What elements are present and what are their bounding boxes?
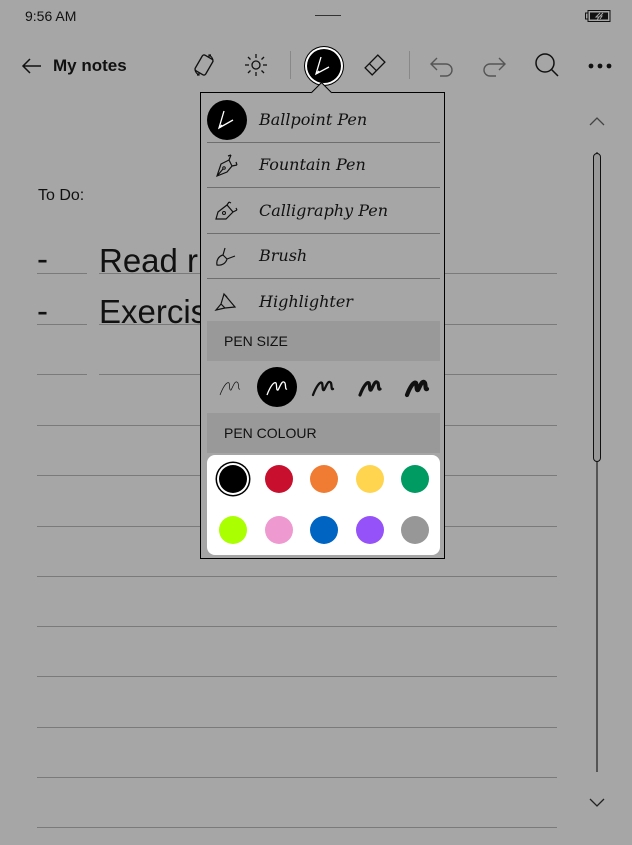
pen-size-4[interactable] bbox=[350, 367, 390, 407]
rotate-icon[interactable] bbox=[189, 50, 219, 80]
highlighter-icon bbox=[207, 282, 247, 322]
pen-option-label: Ballpoint Pen bbox=[259, 110, 368, 129]
colour-swatch[interactable] bbox=[219, 516, 247, 544]
page-title: My notes bbox=[53, 56, 127, 75]
note-heading: To Do: bbox=[38, 187, 85, 204]
toolbar-divider bbox=[409, 51, 410, 79]
pen-colour-header: PEN COLOUR bbox=[207, 413, 440, 453]
ruled-line bbox=[37, 676, 557, 677]
ruled-line bbox=[37, 626, 557, 627]
undo-icon[interactable] bbox=[427, 51, 457, 81]
colour-swatch[interactable] bbox=[219, 465, 247, 493]
pen-option-brush[interactable]: Brush bbox=[207, 233, 440, 279]
redo-icon[interactable] bbox=[479, 51, 509, 81]
pen-size-2[interactable] bbox=[256, 367, 297, 407]
pen-option-label: Highlighter bbox=[259, 292, 353, 311]
pen-size-title: PEN SIZE bbox=[224, 333, 288, 349]
scrollbar-thumb[interactable] bbox=[593, 153, 601, 462]
note-item-text[interactable]: Read r bbox=[99, 242, 198, 280]
colour-swatch[interactable] bbox=[401, 465, 429, 493]
status-time: 9:56 AM bbox=[25, 8, 77, 24]
pen-option-label: Calligraphy Pen bbox=[259, 201, 389, 220]
more-icon[interactable] bbox=[585, 50, 615, 80]
ruled-line bbox=[37, 777, 557, 778]
pen-size-1[interactable] bbox=[210, 367, 250, 407]
ruled-line bbox=[37, 827, 557, 828]
note-item-text[interactable]: Exercis bbox=[99, 293, 207, 331]
colour-swatch[interactable] bbox=[310, 516, 338, 544]
pen-menu: Ballpoint Pen Fountain Pen Calligraphy P… bbox=[200, 92, 445, 559]
ballpoint-pen-icon bbox=[207, 99, 247, 140]
pen-option-calligraphy[interactable]: Calligraphy Pen bbox=[207, 188, 440, 234]
pen-size-header: PEN SIZE bbox=[207, 321, 440, 361]
eraser-icon[interactable] bbox=[360, 50, 390, 80]
pen-size-5[interactable] bbox=[397, 367, 437, 407]
colour-palette bbox=[207, 455, 440, 555]
colour-swatch[interactable] bbox=[264, 516, 293, 544]
colour-swatch[interactable] bbox=[310, 465, 338, 493]
status-handle bbox=[315, 15, 341, 16]
search-icon[interactable] bbox=[532, 50, 562, 80]
scroll-down-icon[interactable] bbox=[588, 795, 606, 809]
pen-option-fountain[interactable]: Fountain Pen bbox=[207, 142, 440, 188]
brightness-icon[interactable] bbox=[241, 50, 271, 80]
colour-swatch[interactable] bbox=[355, 516, 384, 544]
pen-size-3[interactable] bbox=[303, 367, 343, 407]
ruled-line bbox=[37, 727, 557, 728]
brush-icon bbox=[207, 236, 247, 276]
calligraphy-pen-icon bbox=[207, 191, 247, 231]
pen-option-highlighter[interactable]: Highlighter bbox=[207, 279, 440, 324]
pen-option-ballpoint[interactable]: Ballpoint Pen bbox=[207, 97, 440, 143]
battery-charging-icon bbox=[585, 10, 611, 22]
arrow-left-icon[interactable] bbox=[20, 54, 44, 78]
fountain-pen-icon bbox=[207, 145, 247, 185]
colour-swatch[interactable] bbox=[355, 465, 384, 493]
colour-swatch[interactable] bbox=[264, 465, 293, 493]
ruled-line bbox=[37, 576, 557, 577]
ruled-line bbox=[37, 324, 87, 325]
pen-tool-button[interactable] bbox=[305, 47, 343, 85]
pen-icon bbox=[314, 56, 330, 76]
pen-option-label: Fountain Pen bbox=[259, 155, 366, 174]
colour-swatch[interactable] bbox=[401, 516, 429, 544]
toolbar-divider bbox=[290, 51, 291, 79]
pen-colour-title: PEN COLOUR bbox=[224, 425, 317, 441]
ruled-line bbox=[37, 374, 87, 375]
pen-option-label: Brush bbox=[259, 246, 308, 265]
scroll-up-icon[interactable] bbox=[588, 115, 606, 129]
ruled-line bbox=[37, 273, 87, 274]
pen-size-options bbox=[207, 363, 440, 411]
